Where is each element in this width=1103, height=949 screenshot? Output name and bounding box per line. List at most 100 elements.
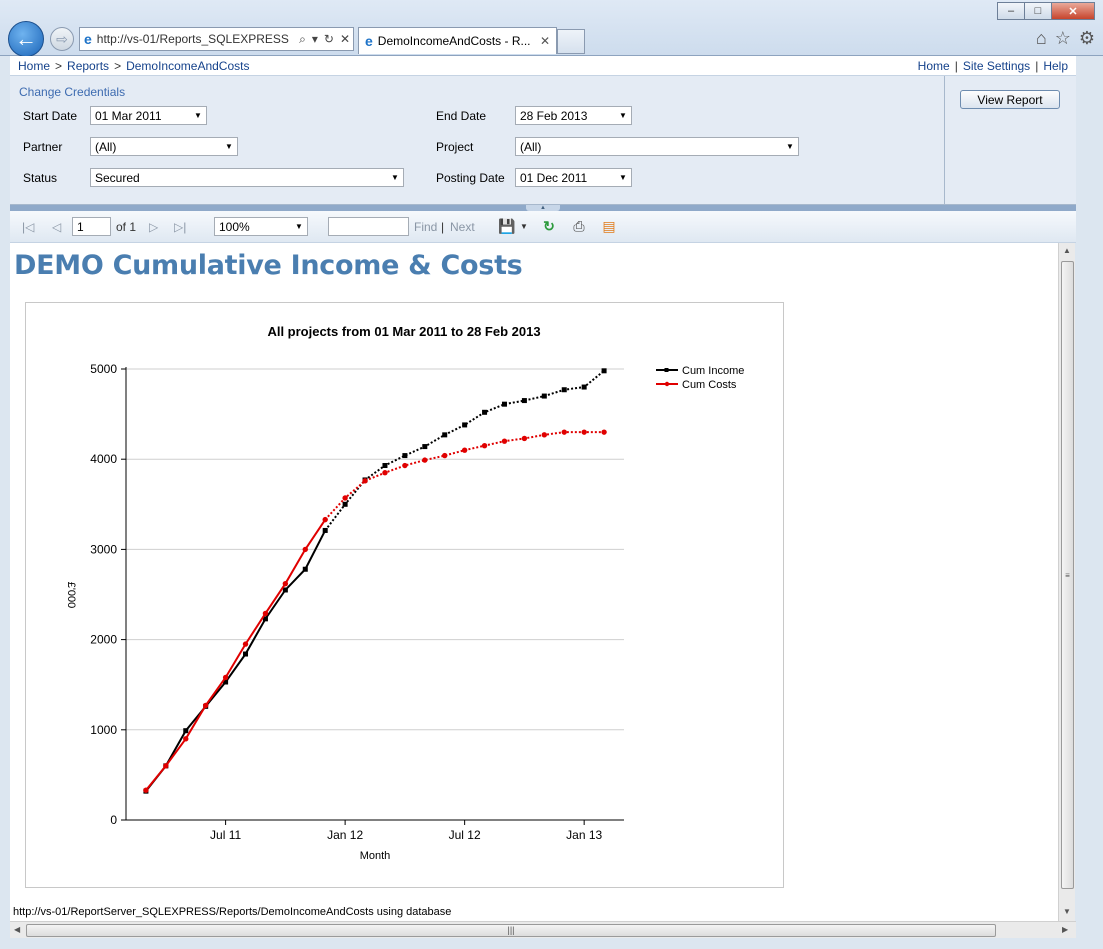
start-date-select[interactable]: 01 Mar 2011 ▼	[90, 106, 207, 125]
data-point	[422, 457, 428, 463]
link-separator: |	[1035, 58, 1039, 73]
find-link[interactable]: Find	[414, 220, 437, 234]
minimize-button[interactable]: –	[997, 2, 1025, 20]
data-point	[242, 641, 249, 647]
find-separator: |	[441, 220, 445, 234]
data-point	[302, 566, 308, 572]
posting-date-label: Posting Date	[436, 171, 505, 185]
data-point	[143, 787, 149, 793]
address-dropdown-icon[interactable]: ▾	[312, 32, 318, 46]
print-icon[interactable]: ⎙	[570, 217, 588, 235]
chart-title: All projects from 01 Mar 2011 to 28 Feb …	[267, 324, 540, 339]
breadcrumb-separator: >	[55, 58, 63, 73]
partner-select[interactable]: (All) ▼	[90, 137, 238, 156]
refresh-icon[interactable]: ↻	[324, 32, 334, 46]
export-save-icon[interactable]: 💾	[498, 217, 516, 235]
data-point	[202, 702, 209, 709]
change-credentials-link[interactable]: Change Credentials	[19, 85, 125, 99]
dropdown-arrow-icon[interactable]: ▼	[221, 142, 237, 151]
find-next-link[interactable]: Next	[450, 220, 475, 234]
maximize-button[interactable]: □	[1024, 2, 1052, 20]
tab-close-icon[interactable]: ✕	[540, 34, 550, 48]
scroll-left-icon[interactable]: ◀	[14, 925, 20, 934]
view-report-button[interactable]: View Report	[960, 90, 1060, 109]
x-tick-label: Jul 12	[449, 828, 481, 842]
stop-icon[interactable]: ✕	[340, 32, 350, 46]
home-icon[interactable]: ⌂	[1036, 28, 1047, 49]
address-text[interactable]: http://vs-01/Reports_SQLEXPRESS	[97, 32, 296, 46]
data-point	[462, 422, 468, 428]
scroll-right-icon[interactable]: ▶	[1062, 925, 1068, 934]
dropdown-arrow-icon[interactable]: ▼	[190, 111, 206, 120]
browser-tab[interactable]: e DemoIncomeAndCosts - R... ✕	[358, 27, 557, 54]
horizontal-scrollbar[interactable]: ◀ ||| ▶	[10, 921, 1076, 938]
search-icon[interactable]: ⌕	[299, 32, 306, 47]
end-date-select[interactable]: 28 Feb 2013 ▼	[515, 106, 632, 125]
data-point	[183, 728, 189, 734]
back-button[interactable]: ←	[8, 21, 44, 57]
breadcrumb-separator: >	[114, 58, 122, 73]
data-point	[342, 495, 348, 501]
forward-button[interactable]: ⇨	[50, 27, 74, 51]
data-point	[581, 429, 587, 435]
scroll-down-icon[interactable]: ▼	[1063, 907, 1071, 916]
data-point	[322, 516, 328, 523]
dropdown-arrow-icon[interactable]: ▼	[387, 173, 403, 182]
next-page-icon[interactable]: ▷	[149, 220, 158, 234]
dropdown-arrow-icon[interactable]: ▼	[782, 142, 798, 151]
horizontal-scroll-thumb[interactable]: |||	[26, 924, 996, 937]
tab-page-icon: e	[365, 33, 373, 49]
chart-container: All projects from 01 Mar 2011 to 28 Feb …	[25, 302, 784, 888]
data-point	[262, 610, 269, 617]
data-point	[521, 398, 527, 404]
zoom-value: 100%	[219, 219, 250, 234]
data-point	[501, 401, 507, 407]
address-bar[interactable]: e http://vs-01/Reports_SQLEXPRESS ⌕ ▾ ↻ …	[79, 27, 354, 51]
legend-marker	[664, 368, 669, 372]
dropdown-arrow-icon[interactable]: ▼	[615, 111, 631, 120]
site-settings-link[interactable]: Site Settings	[963, 59, 1030, 73]
dropdown-arrow-icon[interactable]: ▼	[615, 173, 631, 182]
new-tab-button[interactable]	[557, 29, 585, 54]
zoom-select[interactable]: 100% ▼	[214, 217, 308, 236]
first-page-icon[interactable]: |◁	[22, 220, 34, 234]
legend-marker	[664, 381, 670, 387]
vertical-scroll-thumb[interactable]: ≡	[1061, 261, 1074, 889]
scroll-up-icon[interactable]: ▲	[1063, 246, 1071, 255]
refresh-icon[interactable]: ↻	[540, 217, 558, 235]
series-line-forecast-1	[324, 431, 605, 521]
x-tick-label: Jul 11	[210, 828, 241, 842]
previous-page-icon[interactable]: ◁	[52, 220, 61, 234]
home-link[interactable]: Home	[918, 59, 950, 73]
x-tick-label: Jan 13	[566, 828, 602, 842]
status-select[interactable]: Secured ▼	[90, 168, 404, 187]
posting-date-select[interactable]: 01 Dec 2011 ▼	[515, 168, 632, 187]
breadcrumb-reports-link[interactable]: Reports	[67, 59, 109, 73]
forward-arrow-icon: ⇨	[56, 30, 68, 47]
tab-title: DemoIncomeAndCosts - R...	[377, 34, 531, 48]
report-title: DEMO Cumulative Income & Costs	[14, 250, 523, 281]
data-point	[282, 587, 288, 593]
help-link[interactable]: Help	[1043, 59, 1068, 73]
vertical-scrollbar[interactable]: ▲ ≡ ▼	[1058, 243, 1075, 921]
breadcrumb-report-link[interactable]: DemoIncomeAndCosts	[126, 59, 249, 73]
link-separator: |	[954, 58, 958, 73]
breadcrumb: Home > Reports > DemoIncomeAndCosts Home…	[10, 56, 1076, 76]
breadcrumb-home-link[interactable]: Home	[18, 59, 50, 73]
last-page-icon[interactable]: ▷|	[174, 220, 186, 234]
data-point	[282, 580, 289, 587]
export-dropdown-icon[interactable]: ▼	[515, 217, 533, 235]
status-bar-text: http://vs-01/ReportServer_SQLEXPRESS/Rep…	[13, 906, 452, 918]
data-point	[243, 651, 249, 657]
data-point	[322, 527, 328, 533]
find-input[interactable]	[328, 217, 409, 236]
y-tick-label: 5000	[90, 362, 117, 376]
close-window-button[interactable]: ✕	[1051, 2, 1095, 20]
favorites-star-icon[interactable]: ☆	[1055, 28, 1071, 49]
data-feed-icon[interactable]: ▤	[600, 217, 618, 235]
project-select[interactable]: (All) ▼	[515, 137, 799, 156]
tools-gear-icon[interactable]: ⚙	[1079, 28, 1095, 49]
dropdown-arrow-icon[interactable]: ▼	[291, 222, 307, 231]
page-number-input[interactable]: 1	[72, 217, 111, 236]
status-value: Secured	[95, 170, 140, 185]
